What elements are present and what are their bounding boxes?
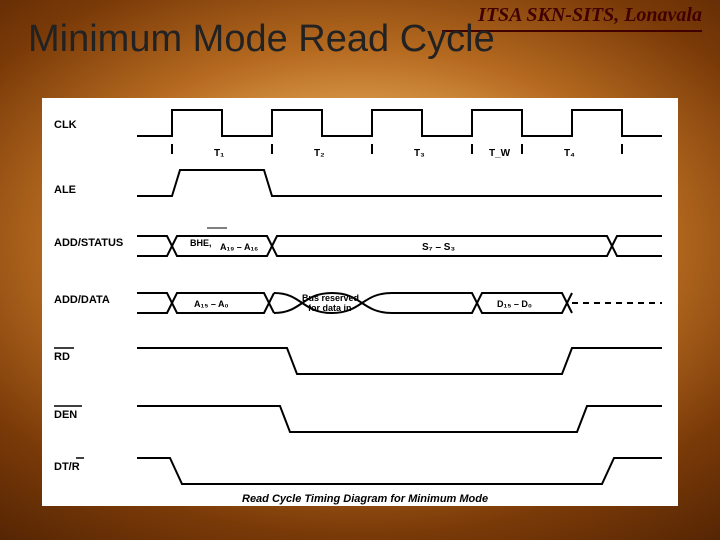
wave-addstatus: [137, 236, 662, 256]
wave-den: [137, 406, 662, 432]
wave-adddata-d: [392, 293, 572, 313]
s7s3: S₇ – S₃: [422, 242, 455, 253]
label-rd: RD: [54, 351, 70, 363]
t1: T₁: [214, 148, 224, 159]
timing-diagram: CLK T₁ T₂ T₃ T_W T₄ ALE ADD/STATUS BHE, …: [42, 98, 678, 506]
timing-svg: CLK T₁ T₂ T₃ T_W T₄ ALE ADD/STATUS BHE, …: [42, 98, 678, 506]
page-title: Minimum Mode Read Cycle: [28, 18, 495, 61]
busres2: for data in: [308, 303, 352, 313]
t2: T₂: [314, 148, 325, 159]
busres: Bus reserved: [302, 293, 359, 303]
label-den: DEN: [54, 409, 77, 421]
org-label: ITSA SKN-SITS, Lonavala: [478, 4, 702, 27]
label-dtr: DT/R: [54, 461, 80, 473]
label-clk: CLK: [54, 119, 77, 131]
wave-dtr: [137, 458, 662, 484]
t3: T₃: [414, 148, 425, 159]
label-adddata: ADD/DATA: [54, 294, 110, 306]
wave-ale: [137, 170, 662, 196]
wave-rd: [137, 348, 662, 374]
a15a0: A₁₅ – A₀: [194, 299, 229, 309]
diagram-caption: Read Cycle Timing Diagram for Minimum Mo…: [242, 493, 488, 505]
label-addstatus: ADD/STATUS: [54, 237, 123, 249]
t4: T₄: [564, 148, 575, 159]
a19a16: A₁₉ – A₁₆: [220, 242, 258, 252]
wave-clk: [137, 110, 662, 136]
label-ale: ALE: [54, 184, 76, 196]
cycle-ticks: [172, 144, 622, 154]
bhe: BHE,: [190, 238, 212, 248]
d15d0: D₁₅ – D₀: [497, 299, 532, 309]
tw: T_W: [489, 148, 511, 159]
slide-root: ITSA SKN-SITS, Lonavala Minimum Mode Rea…: [0, 0, 720, 540]
